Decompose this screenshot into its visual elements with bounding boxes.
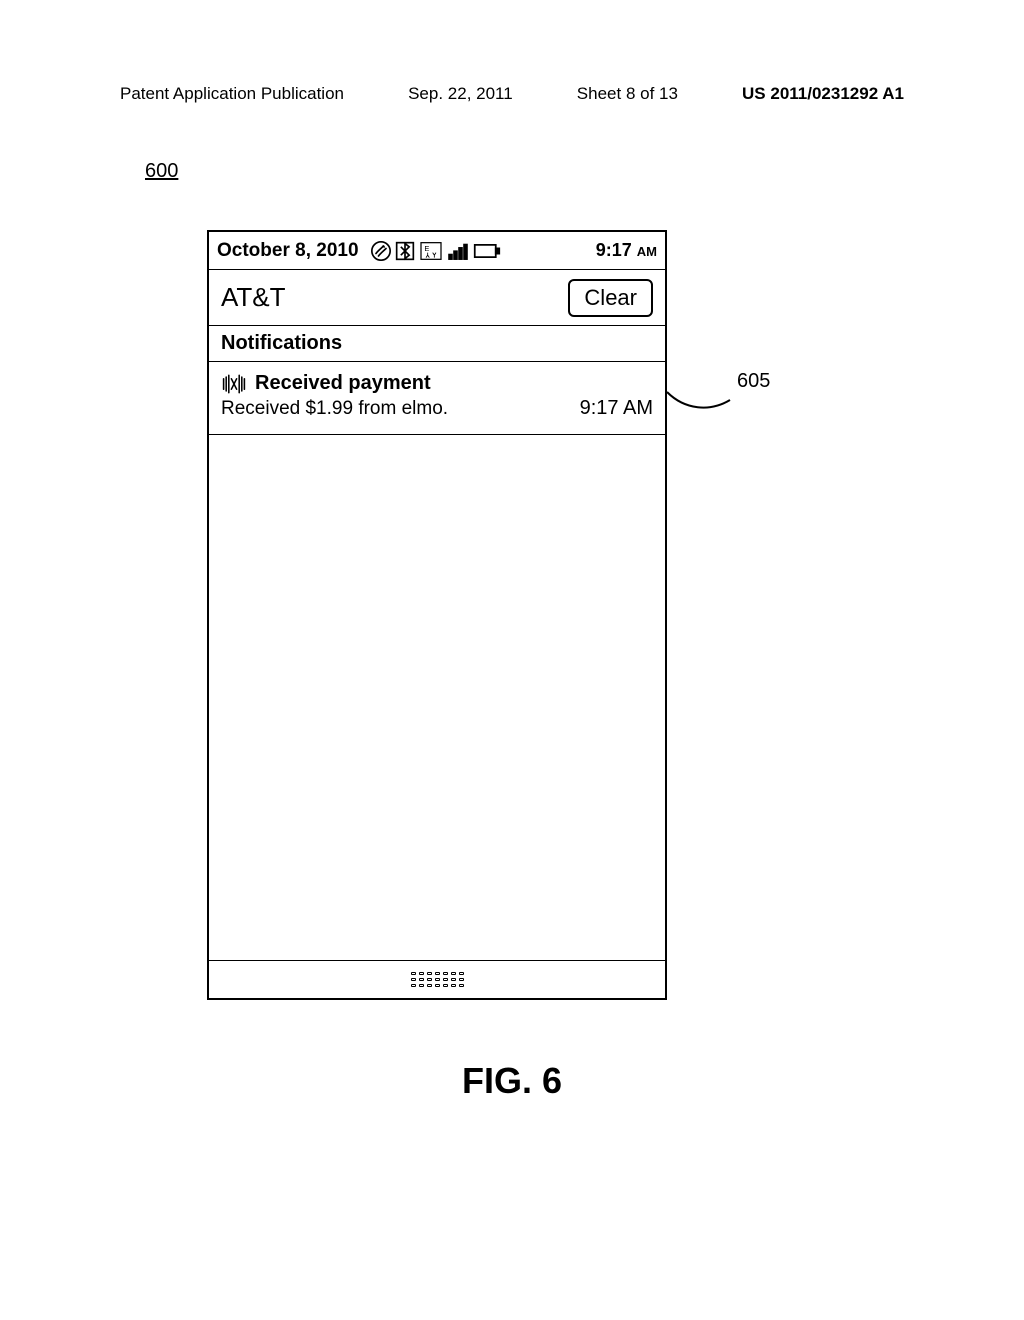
grip-dots-icon <box>411 972 464 988</box>
data-icon: E <box>419 241 443 261</box>
carrier-bar: AT&T Clear <box>209 270 665 326</box>
phone-screen: October 8, 2010 E <box>207 230 667 1000</box>
publication-type: Patent Application Publication <box>120 84 344 104</box>
bottom-nav-bar <box>209 960 665 998</box>
sheet-info: Sheet 8 of 13 <box>577 84 678 104</box>
callout-605-label: 605 <box>737 370 770 393</box>
signal-icon <box>447 241 469 261</box>
svg-text:E: E <box>424 244 429 253</box>
carrier-name: AT&T <box>221 282 286 313</box>
status-time-ampm: AM <box>637 244 657 259</box>
notification-title-row: Received payment <box>221 372 653 395</box>
notification-item[interactable]: Received payment Received $1.99 from elm… <box>209 362 665 435</box>
callout-605: 605 <box>665 370 775 430</box>
figure-reference-number: 600 <box>145 160 178 183</box>
battery-icon <box>473 243 501 259</box>
nfc-icon <box>371 241 391 261</box>
bluetooth-icon <box>395 241 415 261</box>
figure-caption: FIG. 6 <box>0 1060 1024 1102</box>
empty-content-area <box>209 435 665 960</box>
notification-time: 9:17 AM <box>580 397 653 420</box>
status-date: October 8, 2010 <box>217 240 359 262</box>
notifications-header: Notifications <box>209 326 665 362</box>
status-bar: October 8, 2010 E <box>209 232 665 270</box>
page-header: Patent Application Publication Sep. 22, … <box>0 84 1024 104</box>
status-time-value: 9:17 <box>596 240 632 260</box>
notification-title: Received payment <box>255 372 431 395</box>
clear-button[interactable]: Clear <box>568 279 653 317</box>
notification-body: Received $1.99 from elmo. <box>221 398 448 420</box>
status-time: 9:17 AM <box>596 240 657 261</box>
bump-icon <box>221 373 247 395</box>
publication-number: US 2011/0231292 A1 <box>742 84 904 104</box>
notification-body-row: Received $1.99 from elmo. 9:17 AM <box>221 397 653 420</box>
publication-date: Sep. 22, 2011 <box>408 84 513 104</box>
status-icons-group: E <box>371 241 501 261</box>
